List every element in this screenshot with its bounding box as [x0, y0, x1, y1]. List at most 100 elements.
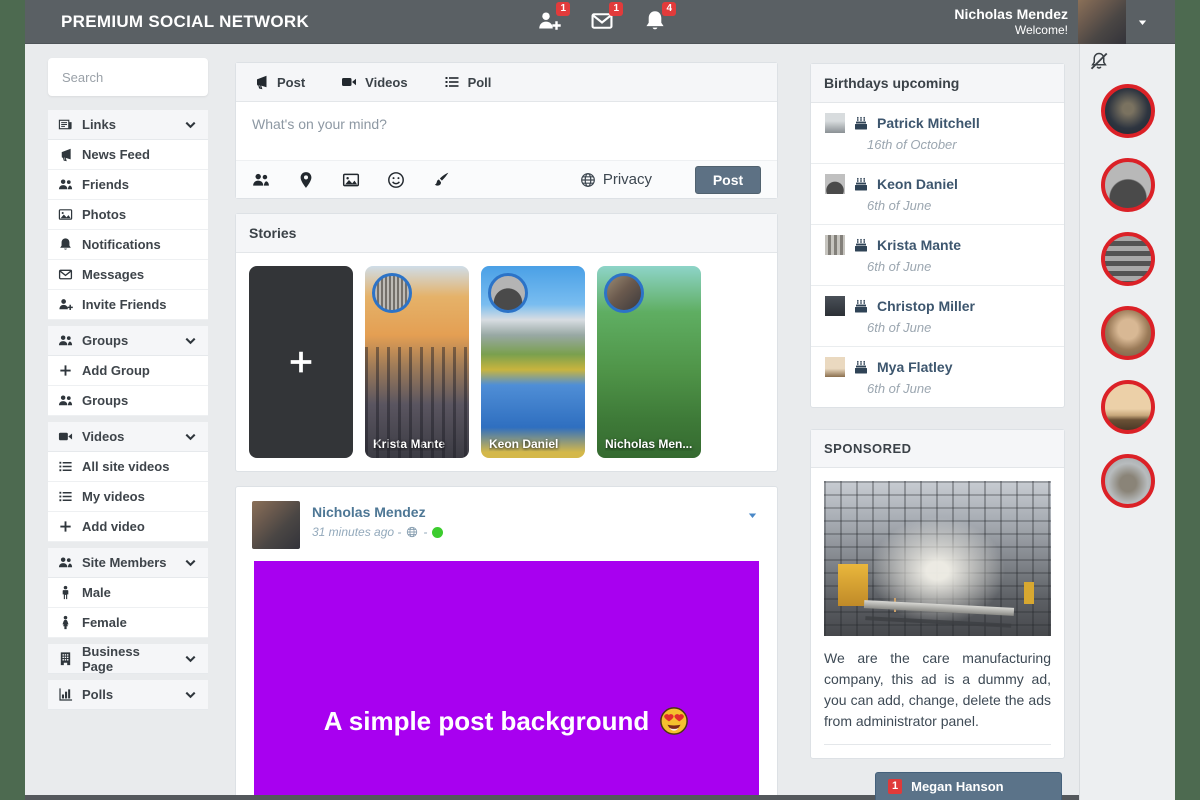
avatar: [825, 296, 845, 316]
chat-dock-megan-hanson[interactable]: 1 Megan Hanson: [875, 772, 1062, 800]
tag-friends-icon[interactable]: [252, 171, 270, 189]
online-users-list: [1080, 84, 1175, 508]
story-card[interactable]: Krista Mante: [365, 266, 469, 458]
sidebar-item-male[interactable]: Male: [48, 578, 208, 608]
privacy-selector[interactable]: Privacy: [580, 171, 652, 188]
sidebar-item-photos[interactable]: Photos: [48, 200, 208, 230]
post-submit-button[interactable]: Post: [695, 166, 761, 194]
story-card[interactable]: Keon Daniel: [481, 266, 585, 458]
online-user-avatar[interactable]: [1101, 454, 1155, 508]
bell-icon: [58, 237, 73, 252]
background-brush-icon[interactable]: [432, 171, 450, 189]
meta-separator: -: [423, 525, 427, 539]
tab-poll[interactable]: Poll: [444, 74, 492, 90]
story-avatar: [488, 273, 528, 313]
users-icon: [58, 555, 73, 570]
sidebar-menu: Links News Feed Friends Photos Notificat…: [48, 110, 208, 710]
plus-icon: [286, 347, 316, 377]
sidebar-item-add-group[interactable]: Add Group: [48, 356, 208, 386]
welcome-text: Welcome!: [954, 23, 1068, 38]
feed-post: Nicholas Mendez 31 minutes ago - - A sim…: [235, 486, 778, 800]
post-text: A simple post background: [324, 706, 650, 737]
users-icon: [58, 177, 73, 192]
list-icon: [58, 459, 73, 474]
online-users-rail: [1079, 44, 1175, 800]
sidebar-item-label: Messages: [82, 267, 144, 282]
sidebar-item-label: Add Group: [82, 363, 150, 378]
birthday-cake-icon: [853, 176, 869, 192]
avatar: [825, 235, 845, 255]
search-input[interactable]: [60, 69, 194, 86]
feed-column: Post Videos Poll: [235, 62, 778, 800]
sidebar-item-label: Groups: [82, 333, 128, 348]
post-options-caret[interactable]: [746, 509, 759, 522]
story-card[interactable]: Nicholas Men...: [597, 266, 701, 458]
list-icon: [58, 489, 73, 504]
post-author-link[interactable]: Nicholas Mendez: [312, 504, 443, 520]
chevron-down-icon: [183, 117, 198, 132]
sidebar-item-business-page[interactable]: Business Page: [48, 644, 208, 674]
notifications-button[interactable]: 4: [643, 9, 667, 33]
sidebar-item-messages[interactable]: Messages: [48, 260, 208, 290]
globe-icon: [406, 526, 418, 538]
add-story-card[interactable]: [249, 266, 353, 458]
birthday-name-link[interactable]: Christop Miller: [877, 298, 975, 314]
sidebar-item-news-feed[interactable]: News Feed: [48, 140, 208, 170]
birthday-name-link[interactable]: Keon Daniel: [877, 176, 958, 192]
tab-post[interactable]: Post: [253, 74, 305, 90]
sidebar-item-groups[interactable]: Groups: [48, 386, 208, 416]
online-user-avatar[interactable]: [1101, 84, 1155, 138]
ad-image[interactable]: [824, 481, 1051, 636]
sidebar-item-groups-header[interactable]: Groups: [48, 326, 208, 356]
birthday-row: Patrick Mitchell 16th of October: [811, 103, 1064, 164]
online-user-avatar[interactable]: [1101, 306, 1155, 360]
sidebar-item-female[interactable]: Female: [48, 608, 208, 638]
birthday-name-link[interactable]: Mya Flatley: [877, 359, 952, 375]
sidebar-item-label: All site videos: [82, 459, 169, 474]
sidebar-item-videos-header[interactable]: Videos: [48, 422, 208, 452]
sidebar-item-polls[interactable]: Polls: [48, 680, 208, 710]
birthday-name-link[interactable]: Krista Mante: [877, 237, 961, 253]
site-logo[interactable]: PREMIUM SOCIAL NETWORK: [61, 12, 309, 32]
sidebar-item-label: Polls: [82, 687, 113, 702]
sidebar-item-site-members-header[interactable]: Site Members: [48, 548, 208, 578]
birthday-row: Krista Mante 6th of June: [811, 225, 1064, 286]
sidebar-item-friends[interactable]: Friends: [48, 170, 208, 200]
online-user-avatar[interactable]: [1101, 158, 1155, 212]
chevron-down-icon: [183, 555, 198, 570]
sidebar-item-label: Invite Friends: [82, 297, 167, 312]
status-input[interactable]: [236, 102, 777, 160]
users-icon: [58, 333, 73, 348]
birthday-name-link[interactable]: Patrick Mitchell: [877, 115, 980, 131]
avatar[interactable]: [252, 501, 300, 549]
emoji-icon[interactable]: [387, 171, 405, 189]
mute-notifications-icon[interactable]: [1089, 51, 1109, 71]
sidebar-item-invite-friends[interactable]: Invite Friends: [48, 290, 208, 320]
top-navbar: PREMIUM SOCIAL NETWORK 1 1 4 Nicholas Me…: [25, 0, 1175, 44]
story-avatar: [604, 273, 644, 313]
friend-requests-button[interactable]: 1: [537, 9, 561, 33]
sidebar-item-label: News Feed: [82, 147, 150, 162]
online-user-avatar[interactable]: [1101, 232, 1155, 286]
sidebar-item-notifications[interactable]: Notifications: [48, 230, 208, 260]
chevron-down-icon: [183, 333, 198, 348]
sidebar-item-add-video[interactable]: Add video: [48, 512, 208, 542]
sidebar-item-all-site-videos[interactable]: All site videos: [48, 452, 208, 482]
messages-button[interactable]: 1: [590, 9, 614, 33]
location-pin-icon[interactable]: [297, 171, 315, 189]
post-header: Nicholas Mendez 31 minutes ago - -: [236, 487, 777, 555]
caret-down-icon: [1136, 16, 1149, 29]
sidebar-item-links[interactable]: Links: [48, 110, 208, 140]
privacy-label: Privacy: [603, 171, 652, 188]
tab-videos[interactable]: Videos: [341, 74, 407, 90]
sidebar-item-my-videos[interactable]: My videos: [48, 482, 208, 512]
birthday-cake-icon: [853, 359, 869, 375]
chevron-down-icon: [183, 687, 198, 702]
photo-icon: [58, 207, 73, 222]
user-menu[interactable]: Nicholas Mendez Welcome!: [954, 0, 1149, 44]
stories-title: Stories: [236, 214, 777, 253]
right-sidebar: Birthdays upcoming Patrick Mitchell 16th…: [810, 63, 1065, 759]
sidebar-item-label: Add video: [82, 519, 145, 534]
online-user-avatar[interactable]: [1101, 380, 1155, 434]
photo-upload-icon[interactable]: [342, 171, 360, 189]
